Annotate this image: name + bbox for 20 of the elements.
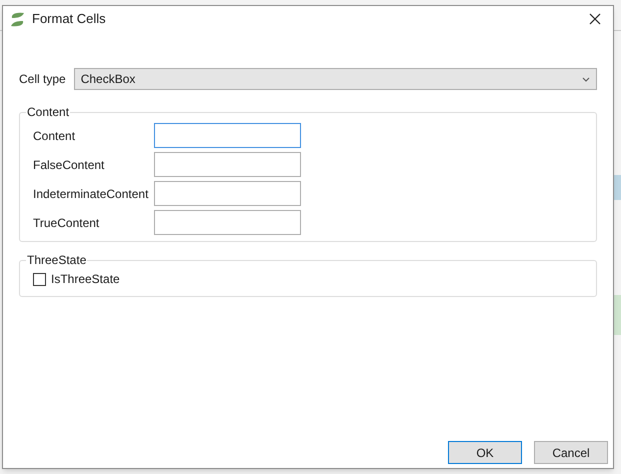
cell-type-label: Cell type (19, 71, 66, 88)
text-input-field[interactable] (154, 210, 301, 235)
cell-type-dropdown[interactable]: CheckBox (74, 68, 597, 90)
checkbox-label: IsThreeState (51, 271, 120, 288)
dialog-button[interactable]: OK (448, 441, 522, 464)
group-title: Content (26, 105, 70, 119)
text-input-field[interactable] (154, 181, 301, 206)
field-label: FalseContent (33, 156, 106, 174)
field-label: Content (33, 128, 76, 144)
field-label: TrueContent (33, 214, 100, 232)
chevron-down-icon (582, 76, 590, 82)
text-input-field[interactable] (154, 152, 301, 177)
window-title: Format Cells (32, 10, 106, 28)
app-logo-icon (9, 10, 26, 28)
text-input-field[interactable] (154, 123, 301, 148)
checkbox[interactable] (33, 272, 46, 286)
group-title: ThreeState (26, 253, 88, 267)
field-label: IndeterminateContent (33, 186, 150, 202)
close-icon (589, 13, 601, 25)
dialog-button[interactable]: Cancel (534, 441, 608, 464)
